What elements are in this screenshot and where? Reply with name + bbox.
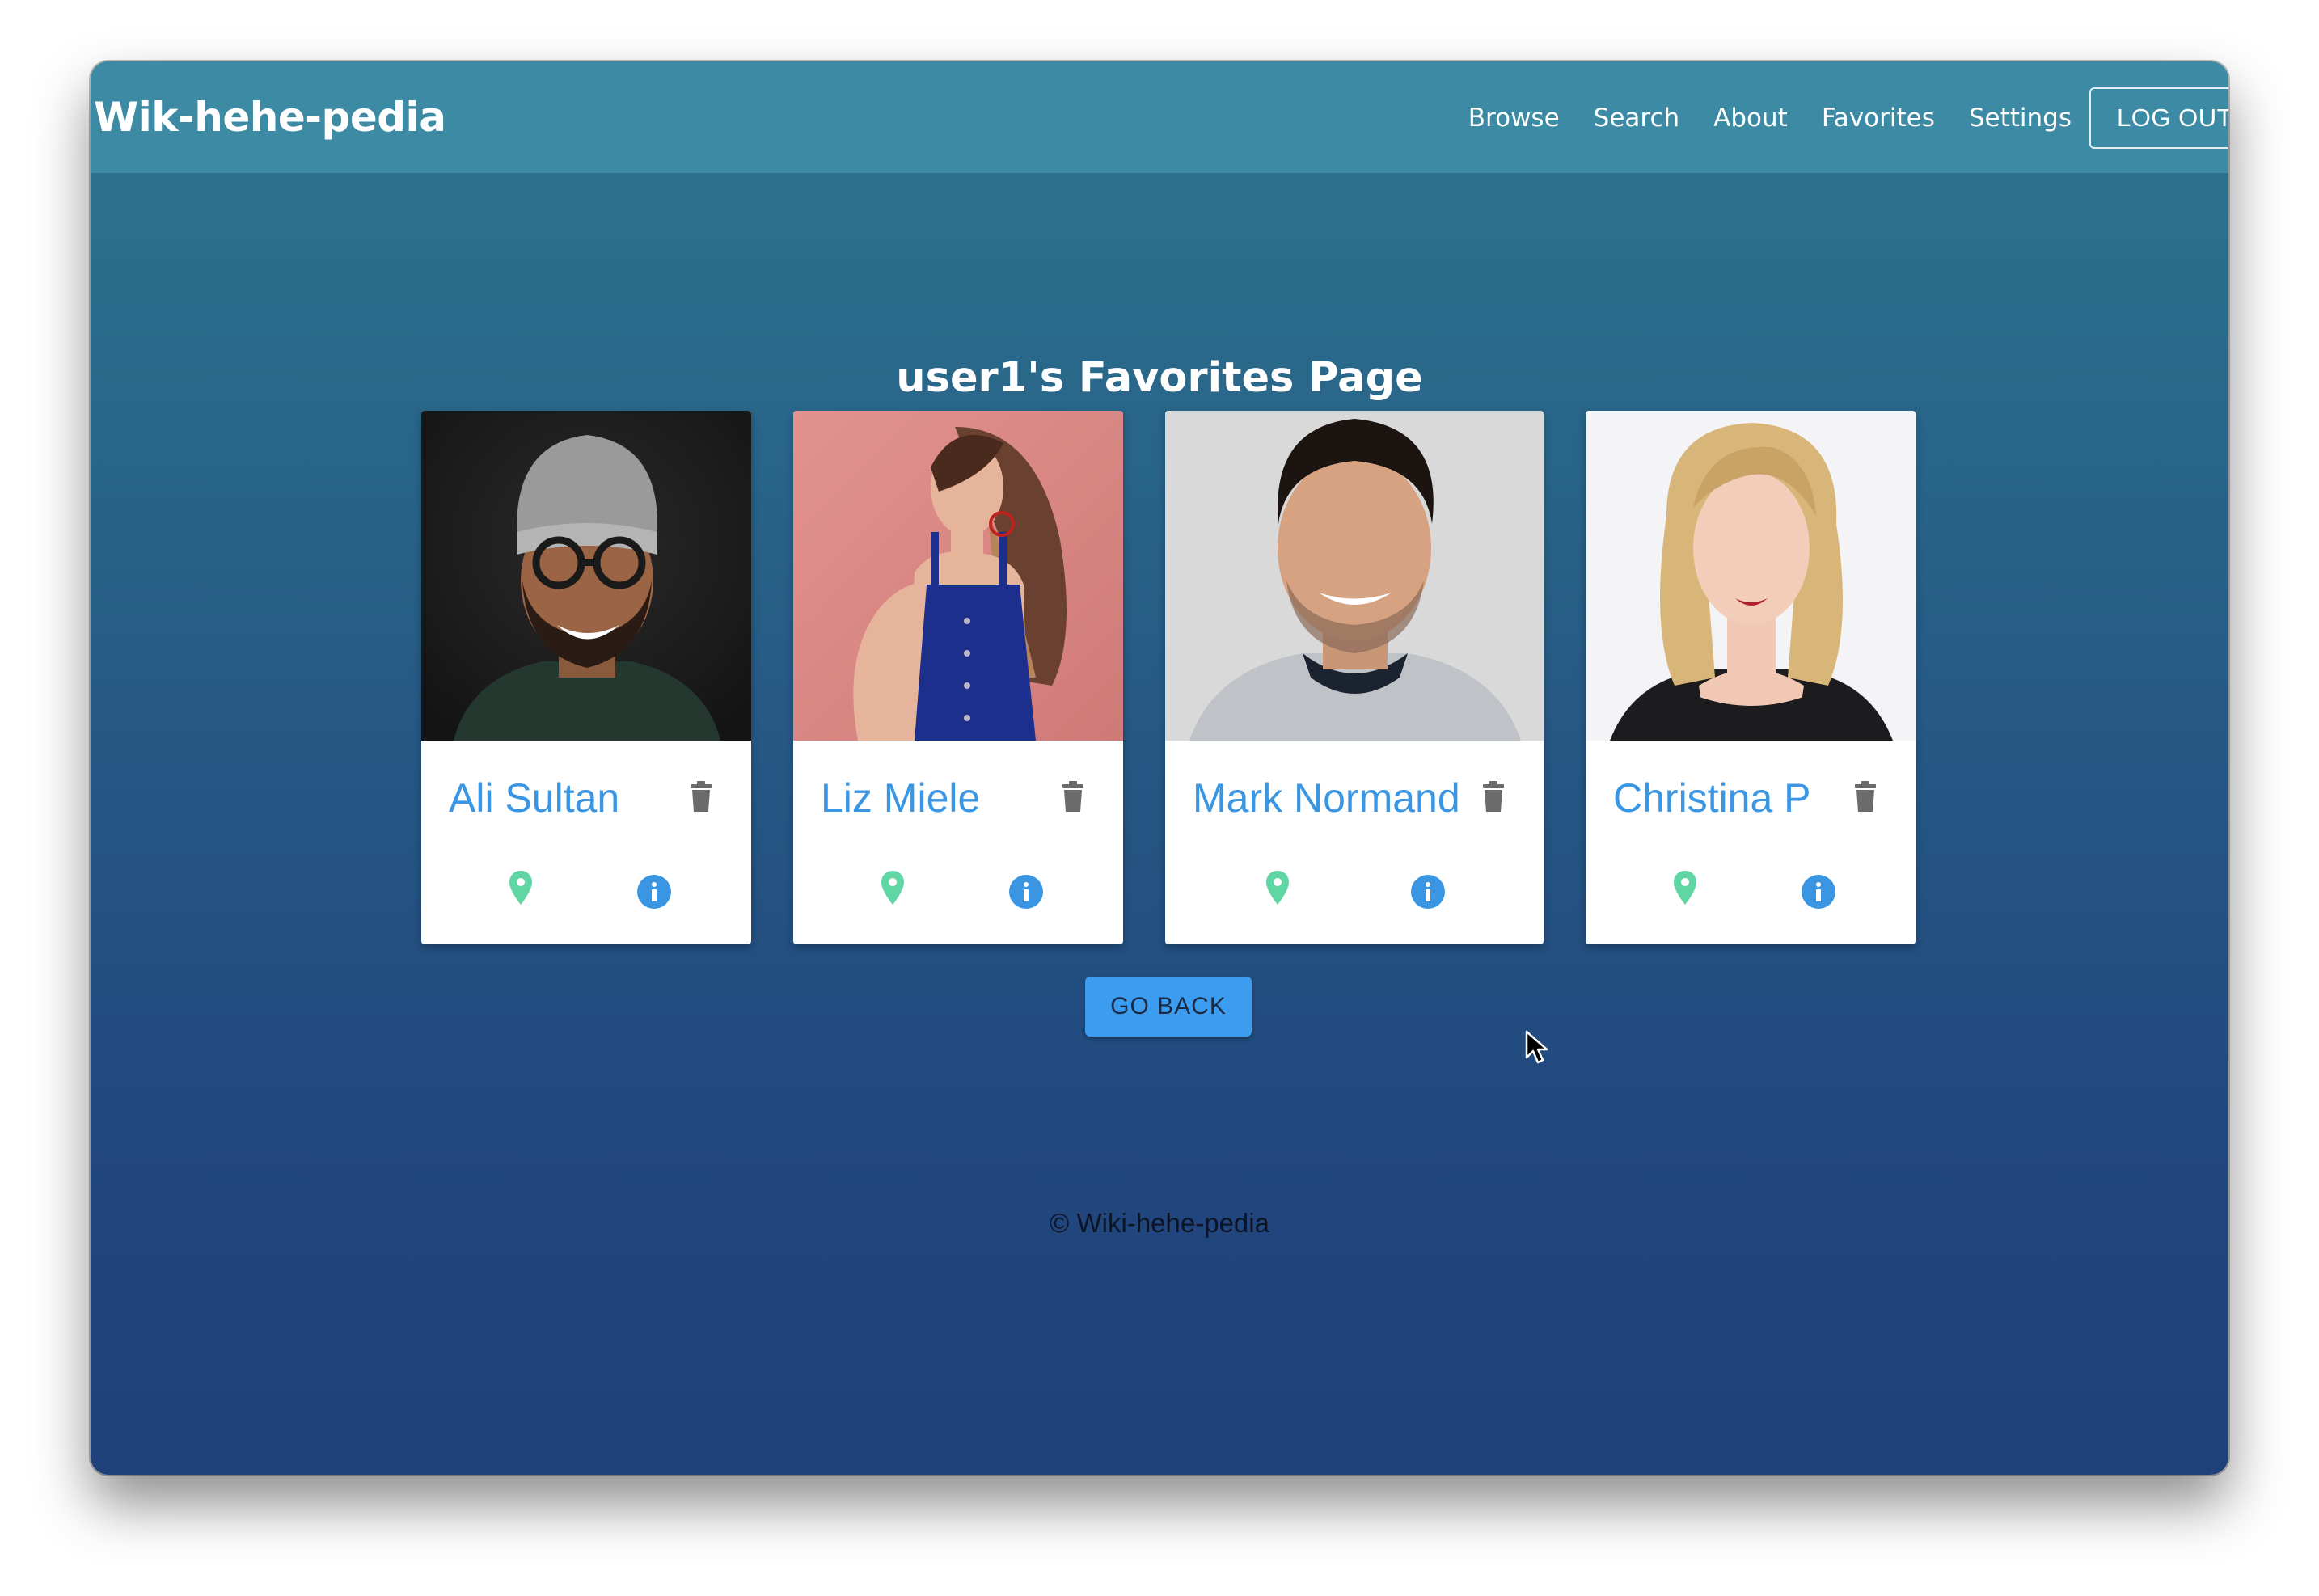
map-pin-icon[interactable] <box>1265 870 1290 906</box>
card-name[interactable]: Liz Miele <box>821 775 980 821</box>
nav-link-favorites[interactable]: Favorites <box>1822 103 1935 133</box>
trash-icon[interactable] <box>689 780 713 813</box>
brand-logo[interactable]: Wik-hehe-pedia <box>94 94 446 141</box>
footer-copyright: © Wiki-hehe-pedia <box>1050 1208 1269 1238</box>
nav-links: Browse Search About Favorites Settings L… <box>1468 87 2228 149</box>
info-icon[interactable] <box>637 875 671 909</box>
comedian-photo <box>421 411 751 741</box>
favorite-card: Liz Miele <box>793 411 1123 944</box>
comedian-photo <box>1165 411 1544 741</box>
map-pin-icon[interactable] <box>509 870 533 906</box>
navbar: Wik-hehe-pedia Browse Search About Favor… <box>91 61 2228 173</box>
comedian-photo <box>1586 411 1916 741</box>
nav-link-settings[interactable]: Settings <box>1969 103 2072 133</box>
favorite-card: Mark Normand <box>1165 411 1544 944</box>
trash-icon[interactable] <box>1481 780 1506 813</box>
nav-link-about[interactable]: About <box>1713 103 1788 133</box>
info-icon[interactable] <box>1802 875 1835 909</box>
trash-icon[interactable] <box>1061 780 1085 813</box>
card-name[interactable]: Ali Sultan <box>449 775 619 821</box>
favorite-card: Christina P <box>1586 411 1916 944</box>
card-name[interactable]: Christina P <box>1613 775 1811 821</box>
page-title: user1's Favorites Page <box>896 354 1423 402</box>
browser-window: Wik-hehe-pedia Browse Search About Favor… <box>91 61 2228 1475</box>
logout-button[interactable]: LOG OUT <box>2089 87 2228 149</box>
card-name[interactable]: Mark Normand <box>1193 775 1460 821</box>
comedian-photo <box>793 411 1123 741</box>
favorite-card: Ali Sultan <box>421 411 751 944</box>
go-back-button[interactable]: GO BACK <box>1085 977 1252 1037</box>
mouse-cursor-icon <box>1525 1030 1548 1064</box>
map-pin-icon[interactable] <box>881 870 905 906</box>
nav-link-search[interactable]: Search <box>1594 103 1680 133</box>
info-icon[interactable] <box>1411 875 1445 909</box>
nav-link-browse[interactable]: Browse <box>1468 103 1560 133</box>
trash-icon[interactable] <box>1853 780 1878 813</box>
info-icon[interactable] <box>1009 875 1043 909</box>
map-pin-icon[interactable] <box>1673 870 1697 906</box>
